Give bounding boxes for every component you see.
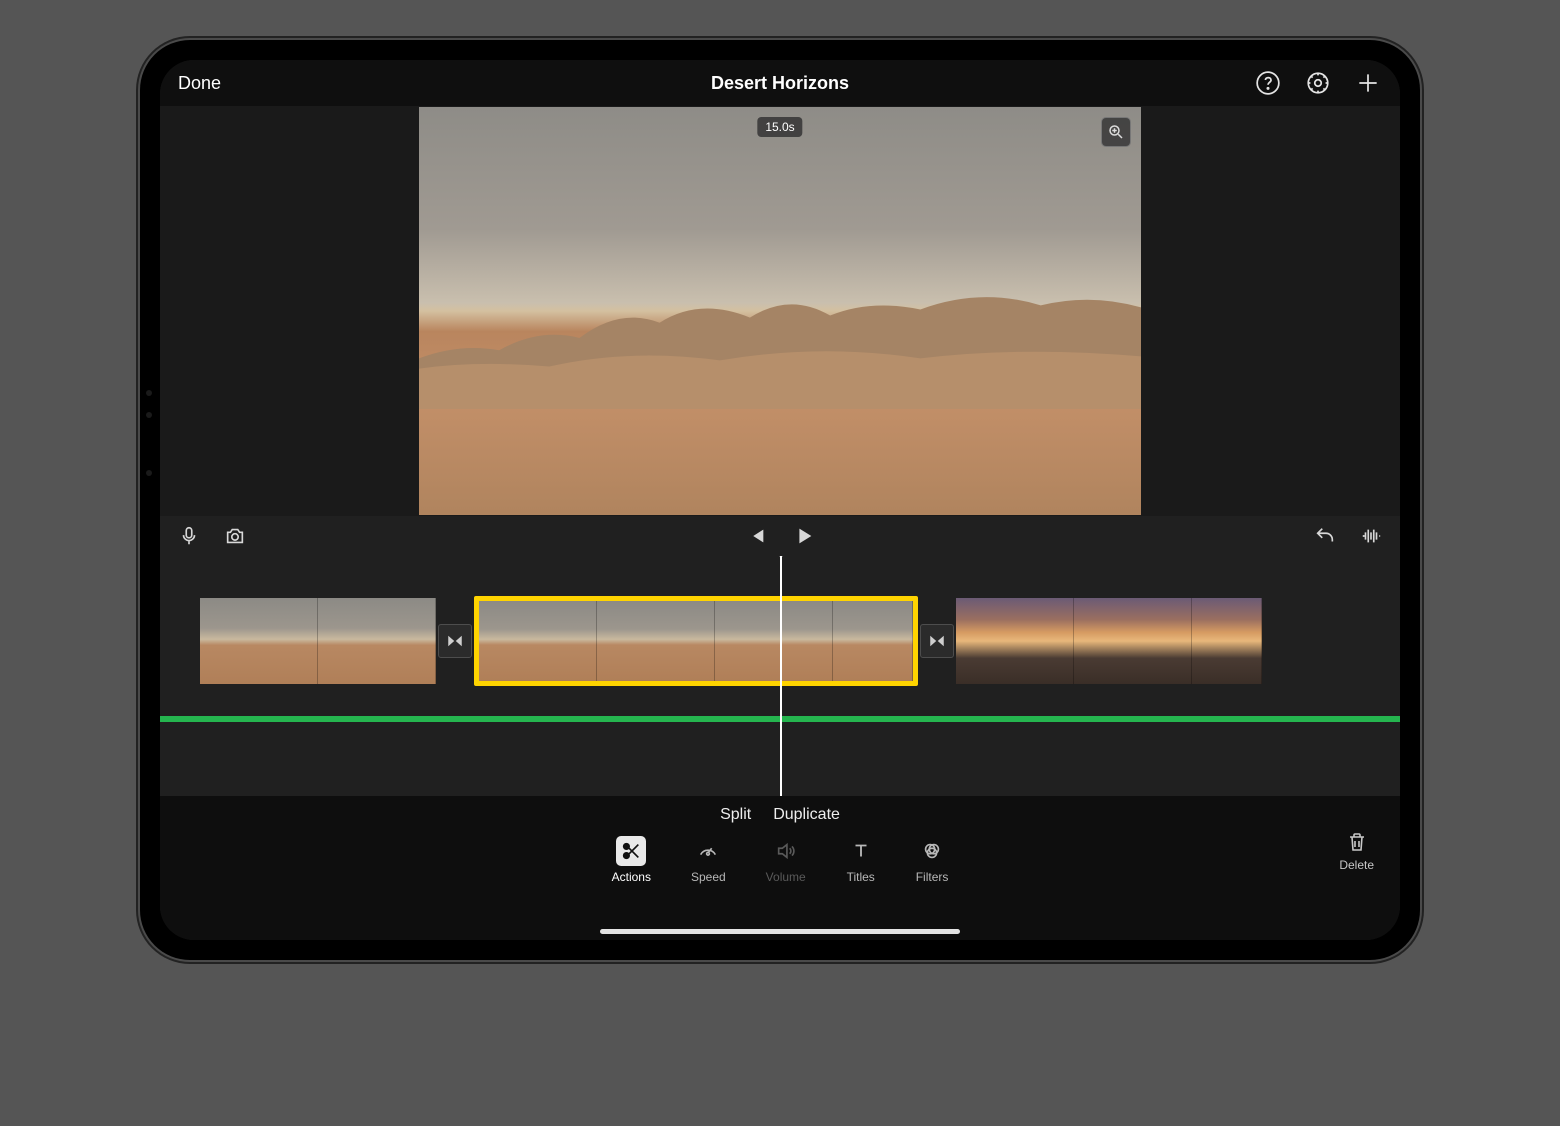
bezel-dot <box>146 412 152 418</box>
playhead[interactable] <box>780 556 782 796</box>
timeline[interactable] <box>160 556 1400 796</box>
clip-inspector: Split Duplicate Actions Speed Volume <box>160 796 1400 940</box>
preview-landscape <box>419 287 1141 409</box>
camera-icon[interactable] <box>224 525 246 547</box>
split-button[interactable]: Split <box>720 806 751 824</box>
delete-button[interactable]: Delete <box>1339 830 1374 872</box>
speed-tool[interactable]: Speed <box>691 836 726 884</box>
add-icon[interactable] <box>1354 69 1382 97</box>
project-title: Desert Horizons <box>711 73 849 93</box>
tool-label: Volume <box>766 870 806 884</box>
timeline-clip[interactable] <box>200 598 436 684</box>
tool-label: Actions <box>612 870 651 884</box>
volume-tool: Volume <box>766 836 806 884</box>
ipad-frame: Done Desert Horizons <box>140 40 1420 960</box>
home-indicator[interactable] <box>600 929 960 934</box>
go-to-start-icon[interactable] <box>745 525 767 547</box>
titles-tool[interactable]: Titles <box>846 836 876 884</box>
header-bar: Done Desert Horizons <box>160 60 1400 106</box>
video-preview[interactable]: 15.0s <box>419 107 1141 515</box>
microphone-icon[interactable] <box>178 525 200 547</box>
tool-label: Delete <box>1339 858 1374 872</box>
screen: Done Desert Horizons <box>160 60 1400 940</box>
duplicate-button[interactable]: Duplicate <box>773 806 840 824</box>
tool-label: Filters <box>916 870 949 884</box>
filters-tool[interactable]: Filters <box>916 836 949 884</box>
clip-actions-row: Split Duplicate <box>720 806 840 824</box>
timeline-clip-selected[interactable] <box>474 596 918 686</box>
inspector-tools: Actions Speed Volume Titles Filters <box>612 836 949 884</box>
tool-label: Speed <box>691 870 726 884</box>
transition-icon[interactable] <box>920 624 954 658</box>
preview-area: 15.0s <box>160 106 1400 516</box>
help-icon[interactable] <box>1254 69 1282 97</box>
undo-icon[interactable] <box>1314 525 1336 547</box>
tool-label: Titles <box>847 870 875 884</box>
transition-icon[interactable] <box>438 624 472 658</box>
settings-icon[interactable] <box>1304 69 1332 97</box>
clip-duration-badge: 15.0s <box>757 117 802 137</box>
zoom-button[interactable] <box>1101 117 1131 147</box>
play-icon[interactable] <box>793 525 815 547</box>
actions-tool[interactable]: Actions <box>612 836 651 884</box>
playback-bar <box>160 516 1400 556</box>
done-button[interactable]: Done <box>178 73 221 94</box>
timeline-clip[interactable] <box>956 598 1262 684</box>
bezel-dot <box>146 470 152 476</box>
bezel-dot <box>146 390 152 396</box>
waveform-icon[interactable] <box>1360 525 1382 547</box>
